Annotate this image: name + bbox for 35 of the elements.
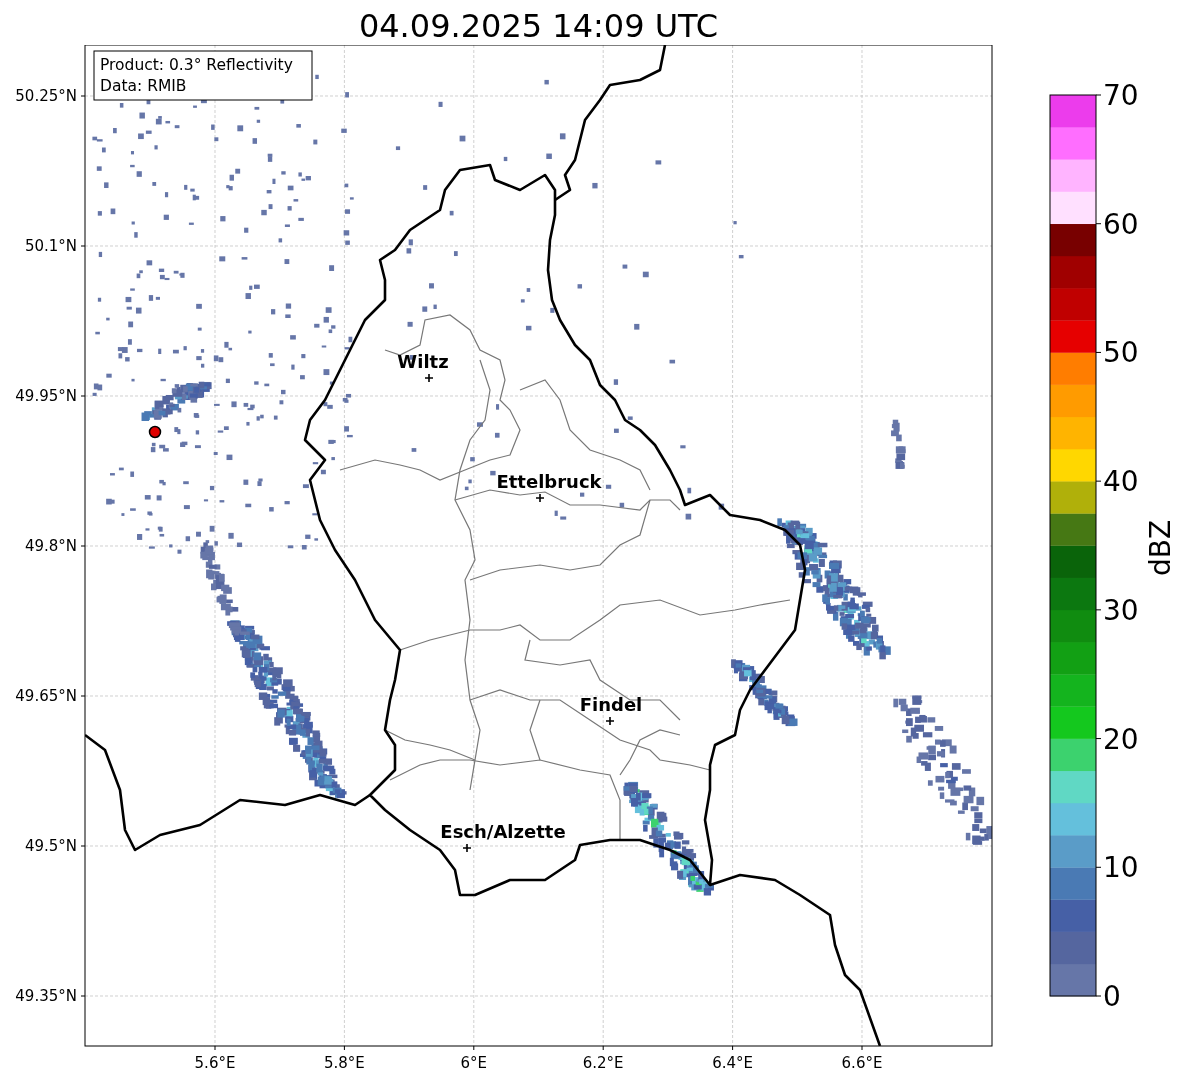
city-marker-icon [462, 843, 472, 853]
latitude-tick-label: 50.1°N [24, 237, 77, 255]
latitude-tick-label: 49.65°N [15, 687, 77, 705]
longitude-tick-label: 6.6°E [841, 1054, 883, 1072]
city-marker-icon [424, 373, 434, 383]
city-label: Ettelbruck [496, 471, 602, 492]
city-label: Findel [579, 694, 643, 715]
colorbar-tick-label: 50 [1103, 336, 1139, 370]
colorbar-tick-label: 20 [1103, 722, 1139, 756]
latitude-tick-label: 49.5°N [24, 837, 77, 855]
radar-site-marker [148, 425, 162, 439]
latitude-tick-label: 49.95°N [15, 387, 77, 405]
longitude-tick-label: 5.8°E [324, 1054, 365, 1072]
longitude-tick-label: 6.4°E [712, 1054, 753, 1072]
latitude-tick-label: 49.8°N [24, 537, 77, 555]
colorbar-tick-label: 10 [1103, 851, 1139, 885]
colorbar-tick-label: 60 [1103, 207, 1139, 241]
city-label: Wiltz [397, 351, 449, 372]
latitude-tick-label: 50.25°N [15, 87, 77, 105]
longitude-tick-label: 5.6°E [194, 1054, 236, 1072]
city-marker-icon [535, 493, 545, 503]
precipitation-echo [891, 419, 906, 469]
colorbar-tick-label: 70 [1103, 79, 1139, 112]
colorbar-label: dBZ [1144, 519, 1177, 577]
chart-title: 04.09.2025 14:09 UTC [357, 6, 720, 45]
product-label: Product: 0.3° Reflectivity [100, 56, 293, 74]
data-source-label: Data: RMIB [100, 77, 187, 95]
colorbar-tick-label: 0 [1103, 980, 1121, 1013]
longitude-tick-label: 6°E [460, 1054, 488, 1072]
colorbar-tick-label: 30 [1103, 593, 1139, 627]
city-marker-icon [605, 716, 615, 726]
colorbar-tick-label: 40 [1103, 465, 1139, 499]
latitude-tick-label: 49.35°N [15, 987, 77, 1005]
city-label: Esch/Alzette [440, 821, 566, 842]
longitude-tick-label: 6.2°E [582, 1054, 624, 1072]
